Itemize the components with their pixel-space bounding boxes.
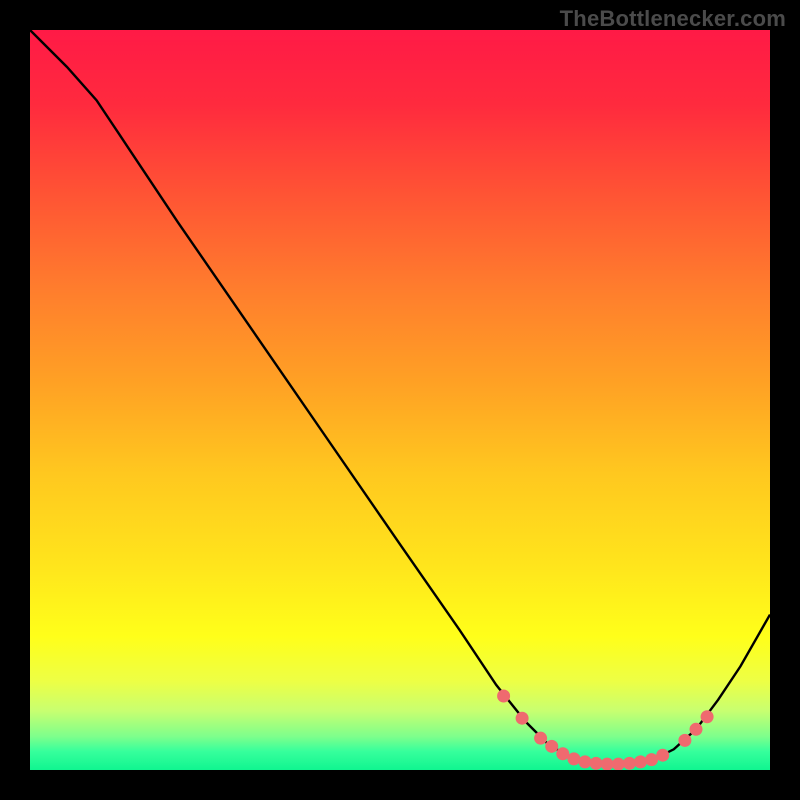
marker-dot xyxy=(534,732,547,745)
marker-dot xyxy=(690,723,703,736)
marker-dot xyxy=(645,753,658,766)
marker-dot xyxy=(545,740,558,753)
marker-dot xyxy=(701,710,714,723)
marker-dot xyxy=(497,690,510,703)
marker-dot xyxy=(623,757,636,770)
marker-dot xyxy=(579,755,592,768)
chart-stage: TheBottlenecker.com xyxy=(0,0,800,800)
gradient-background xyxy=(30,30,770,770)
watermark-text: TheBottlenecker.com xyxy=(560,6,786,32)
chart-svg xyxy=(30,30,770,770)
marker-dot xyxy=(612,758,625,770)
marker-dot xyxy=(590,757,603,770)
marker-dot xyxy=(567,752,580,765)
marker-dot xyxy=(656,749,669,762)
marker-dot xyxy=(601,758,614,770)
marker-dot xyxy=(516,712,529,725)
marker-dot xyxy=(556,747,569,760)
marker-dot xyxy=(678,734,691,747)
marker-dot xyxy=(634,755,647,768)
